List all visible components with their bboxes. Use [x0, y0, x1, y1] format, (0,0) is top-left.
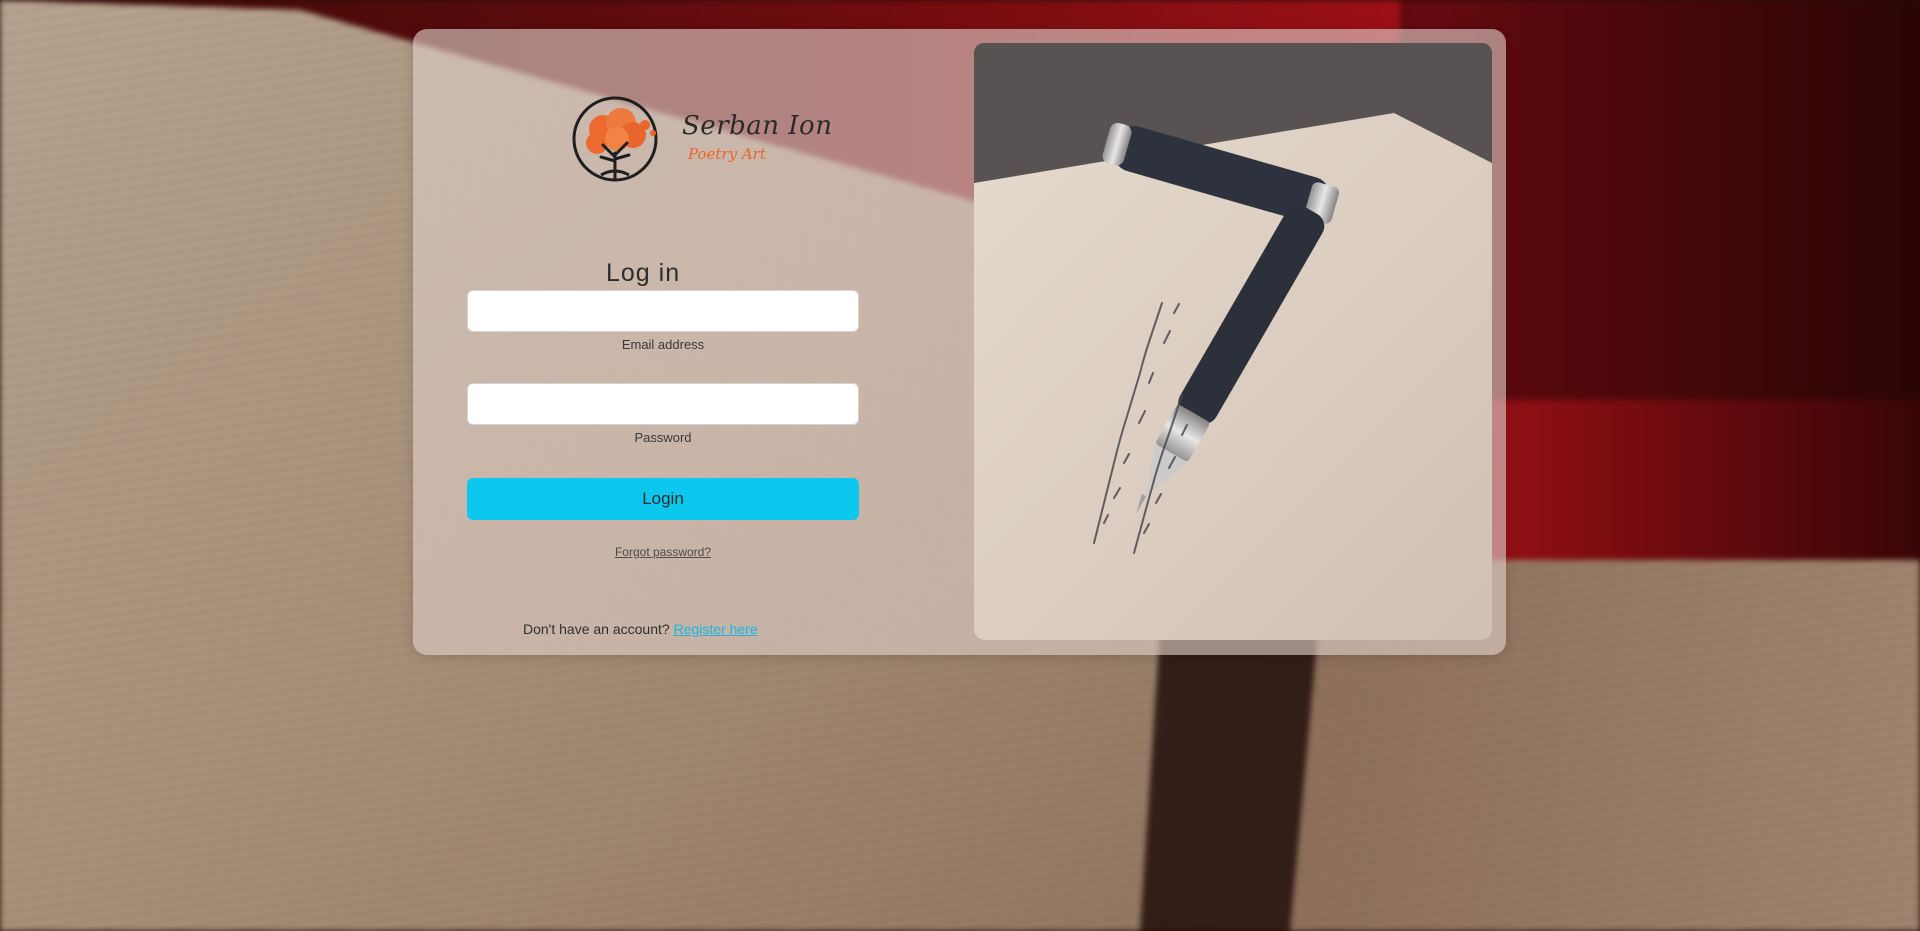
brand-name: Serban Ion [682, 111, 833, 141]
register-prompt: Don't have an account? [523, 621, 670, 637]
page-title: Log in [606, 259, 681, 287]
login-form-panel: Serban Ion Poetry Art Log in Email addre… [413, 29, 973, 655]
brand-logo: Serban Ion Poetry Art [571, 95, 832, 190]
tree-logo-icon [572, 96, 658, 182]
password-field[interactable] [467, 383, 859, 425]
login-card: Serban Ion Poetry Art Log in Email addre… [413, 29, 1506, 655]
side-photo [974, 43, 1492, 640]
register-row: Don't have an account? Register here [523, 621, 758, 637]
email-label: Email address [621, 337, 705, 352]
password-label: Password [634, 430, 692, 445]
register-link[interactable]: Register here [674, 621, 758, 637]
email-field[interactable] [467, 290, 859, 332]
brand-tagline: Poetry Art [688, 145, 766, 163]
pen-and-letter-image [974, 43, 1492, 640]
login-button[interactable]: Login [467, 478, 859, 520]
forgot-password-link[interactable]: Forgot password? [593, 545, 733, 559]
